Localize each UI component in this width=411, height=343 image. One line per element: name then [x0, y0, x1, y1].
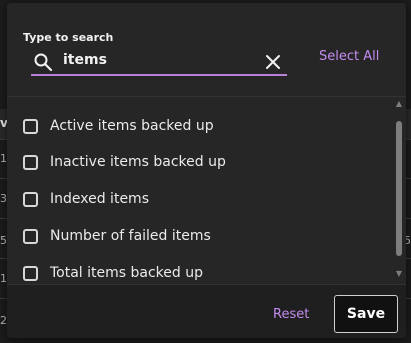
list-item[interactable]: Total items backed up [23, 262, 203, 284]
select-all-button[interactable]: Select All [319, 49, 379, 64]
popup-footer: Reset Save [7, 284, 406, 338]
search-icon [34, 53, 53, 72]
column-filter-popup: Type to search items Select All Active i… [7, 3, 406, 338]
option-label: Total items backed up [50, 265, 204, 281]
checkbox[interactable] [23, 191, 38, 207]
search-label: Type to search [23, 31, 114, 44]
scroll-up-arrow-icon[interactable]: ▲ [394, 99, 404, 109]
checkbox[interactable] [23, 228, 38, 244]
scrollbar-thumb[interactable] [396, 121, 402, 256]
checkbox[interactable] [23, 265, 38, 281]
scrollbar[interactable]: ▲ ▼ [394, 99, 404, 279]
reset-button[interactable]: Reset [273, 307, 309, 322]
scroll-down-arrow-icon[interactable]: ▼ [394, 269, 404, 279]
save-button[interactable]: Save [334, 295, 398, 333]
divider [7, 96, 406, 97]
option-label: Number of failed items [50, 228, 211, 244]
list-item[interactable]: Inactive items backed up [23, 151, 226, 173]
list-item[interactable]: Number of failed items [23, 225, 211, 247]
option-label: Inactive items backed up [50, 154, 226, 170]
search-input[interactable]: items [63, 52, 107, 68]
option-label: Indexed items [50, 191, 149, 207]
list-item[interactable]: Active items backed up [23, 115, 214, 137]
list-item[interactable]: Indexed items [23, 188, 149, 210]
checkbox[interactable] [23, 118, 38, 134]
option-label: Active items backed up [50, 118, 214, 134]
close-icon[interactable] [265, 54, 281, 70]
search-field[interactable]: items [31, 50, 287, 76]
checkbox[interactable] [23, 154, 38, 170]
